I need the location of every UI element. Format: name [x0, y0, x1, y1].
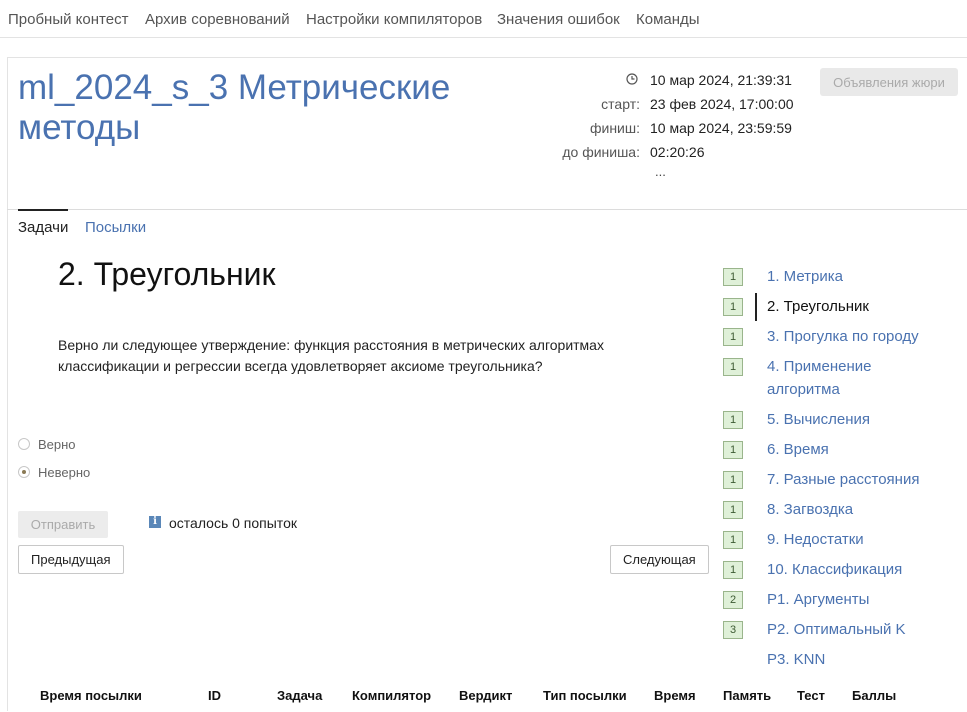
start-label: старт:: [601, 96, 640, 112]
contest-title: ml_2024_s_3 Метрические методы: [18, 68, 451, 147]
problem-link[interactable]: 5. Вычисления: [767, 408, 962, 431]
score-badge: 1: [723, 411, 743, 429]
nav-link-archive[interactable]: Архив соревнований: [145, 11, 290, 28]
column-header-submission-type: Тип посылки: [543, 688, 627, 703]
score-badge: 1: [723, 471, 743, 489]
problem-link[interactable]: 9. Недостатки: [767, 528, 962, 551]
info-icon: i: [149, 516, 161, 528]
score-badge: 1: [723, 501, 743, 519]
problem-link[interactable]: 10. Классификация: [767, 558, 962, 581]
score-badge: 1: [723, 441, 743, 459]
column-header-memory: Память: [723, 688, 772, 703]
finish-label: финиш:: [589, 120, 640, 136]
score-badge: 3: [723, 621, 743, 639]
column-header-id: ID: [208, 688, 221, 703]
column-header-compiler: Компилятор: [352, 688, 432, 703]
nav-link-compilers[interactable]: Настройки компиляторов: [306, 11, 482, 28]
active-tab-indicator: [18, 209, 68, 211]
problem-statement: Верно ли следующее утверждение: функция …: [58, 337, 604, 374]
clock-icon: [626, 73, 638, 85]
top-nav: Пробный контест Архив соревнований Настр…: [0, 0, 967, 38]
column-header-score: Баллы: [852, 688, 897, 703]
submit-button[interactable]: Отправить: [18, 511, 108, 538]
column-header-verdict: Вердикт: [459, 688, 513, 703]
answer-option-label: Верно: [38, 437, 76, 452]
start-value: 23 фев 2024, 17:00:00: [650, 96, 794, 112]
problem-link[interactable]: P2. Оптимальный K: [767, 618, 962, 641]
problem-link[interactable]: 1. Метрика: [767, 265, 962, 288]
column-header-problem: Задача: [277, 688, 323, 703]
score-badge: 1: [723, 561, 743, 579]
problem-title: 2. Треугольник: [58, 256, 276, 292]
column-header-test: Тест: [797, 688, 825, 703]
tab-problems[interactable]: Задачи: [18, 219, 68, 236]
nav-link-errors[interactable]: Значения ошибок: [497, 11, 620, 28]
current-problem-indicator: [755, 293, 757, 321]
nav-link-trial-contest[interactable]: Пробный контест: [8, 11, 128, 28]
more-info-toggle[interactable]: ...: [655, 164, 666, 179]
jury-announcements-button[interactable]: Объявления жюри: [820, 68, 958, 96]
problem-link[interactable]: P1. Аргументы: [767, 588, 962, 611]
remaining-label: до финиша:: [562, 144, 640, 160]
radio-button[interactable]: [18, 438, 30, 450]
score-badge: 1: [723, 268, 743, 286]
score-badge: 1: [723, 298, 743, 316]
score-badge: 2: [723, 591, 743, 609]
previous-problem-button[interactable]: Предыдущая: [18, 545, 124, 574]
problem-link[interactable]: 7. Разные расстояния: [767, 468, 962, 491]
nav-link-teams[interactable]: Команды: [636, 11, 700, 28]
column-header-submit-time: Время посылки: [40, 688, 142, 703]
score-badge: 1: [723, 358, 743, 376]
tab-submissions[interactable]: Посылки: [85, 219, 146, 236]
problem-link-current[interactable]: 2. Треугольник: [767, 295, 962, 318]
problem-link[interactable]: 4. Применение алгоритма: [767, 355, 917, 401]
problem-link[interactable]: 6. Время: [767, 438, 962, 461]
next-problem-button[interactable]: Следующая: [610, 545, 709, 574]
header-divider: [7, 209, 967, 210]
column-header-time: Время: [654, 688, 696, 703]
attempts-remaining: осталось 0 попыток: [169, 515, 297, 531]
current-time: 10 мар 2024, 21:39:31: [650, 72, 792, 88]
problem-link[interactable]: 3. Прогулка по городу: [767, 325, 962, 348]
finish-value: 10 мар 2024, 23:59:59: [650, 120, 792, 136]
problem-link[interactable]: 8. Загвоздка: [767, 498, 962, 521]
score-badge: 1: [723, 328, 743, 346]
problem-link[interactable]: P3. KNN: [767, 648, 962, 671]
answer-option-label: Неверно: [38, 465, 91, 480]
radio-button-checked[interactable]: [18, 466, 30, 478]
remaining-value: 02:20:26: [650, 144, 705, 160]
score-badge: 1: [723, 531, 743, 549]
